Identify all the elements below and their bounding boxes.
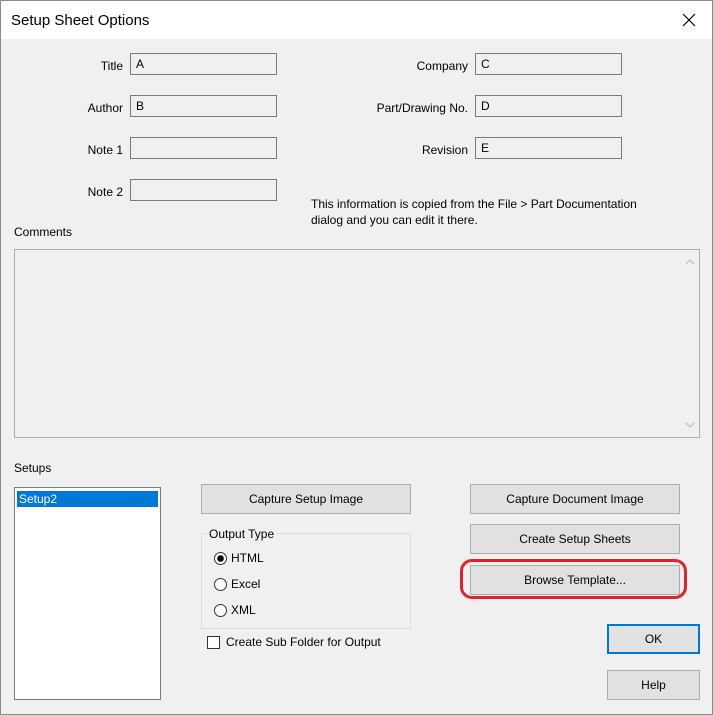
ok-button[interactable]: OK	[607, 624, 700, 654]
author-field[interactable]: B	[130, 95, 277, 117]
info-text-line1: This information is copied from the File…	[311, 197, 637, 211]
comments-label: Comments	[14, 225, 73, 239]
author-label: Author	[87, 101, 123, 115]
create-setup-sheets-button[interactable]: Create Setup Sheets	[470, 524, 680, 554]
create-sub-folder-checkbox-row[interactable]: Create Sub Folder for Output	[207, 635, 381, 649]
close-button[interactable]	[666, 1, 712, 39]
radio-xml-label: XML	[231, 603, 256, 617]
info-text-line2: dialog and you can edit it there.	[311, 213, 478, 227]
chevron-up-icon[interactable]	[685, 257, 695, 267]
setups-listbox[interactable]: Setup2	[14, 487, 161, 700]
radio-selected-icon[interactable]	[214, 551, 227, 565]
radio-excel[interactable]: Excel	[214, 576, 260, 592]
radio-unselected-icon[interactable]	[214, 603, 227, 617]
info-text: This information is copied from the File…	[311, 196, 681, 228]
title-label: Title	[100, 59, 123, 73]
radio-unselected-icon[interactable]	[214, 577, 227, 591]
radio-html-label: HTML	[231, 551, 264, 565]
note2-field[interactable]	[130, 179, 277, 201]
capture-setup-image-button[interactable]: Capture Setup Image	[201, 484, 411, 514]
capture-document-image-button[interactable]: Capture Document Image	[470, 484, 680, 514]
revision-label: Revision	[421, 143, 468, 157]
title-field[interactable]: A	[130, 53, 277, 75]
window-title: Setup Sheet Options	[11, 12, 150, 29]
part-drawing-no-label: Part/Drawing No.	[376, 101, 468, 115]
create-sub-folder-checkbox[interactable]	[207, 635, 220, 649]
browse-template-button[interactable]: Browse Template...	[470, 565, 680, 595]
output-type-label: Output Type	[207, 527, 277, 541]
chevron-down-icon[interactable]	[685, 420, 695, 430]
create-sub-folder-label: Create Sub Folder for Output	[226, 635, 381, 649]
note2-label: Note 2	[87, 185, 123, 199]
note1-field[interactable]	[130, 137, 277, 159]
radio-xml[interactable]: XML	[214, 602, 256, 618]
help-button[interactable]: Help	[607, 670, 700, 700]
note1-label: Note 1	[87, 143, 123, 157]
part-drawing-no-field[interactable]: D	[475, 95, 622, 117]
list-item[interactable]: Setup2	[17, 491, 158, 507]
company-field[interactable]: C	[475, 53, 622, 75]
title-bar: Setup Sheet Options	[1, 1, 712, 39]
revision-field[interactable]: E	[475, 137, 622, 159]
radio-html[interactable]: HTML	[214, 550, 264, 566]
company-label: Company	[416, 59, 468, 73]
comments-textarea[interactable]	[14, 249, 700, 438]
radio-excel-label: Excel	[231, 577, 261, 591]
setup-sheet-options-dialog: Setup Sheet Options Title A Author B Not…	[0, 0, 713, 715]
setups-label: Setups	[14, 461, 52, 475]
comments-scrollbar[interactable]	[682, 250, 699, 437]
close-icon	[682, 13, 696, 27]
